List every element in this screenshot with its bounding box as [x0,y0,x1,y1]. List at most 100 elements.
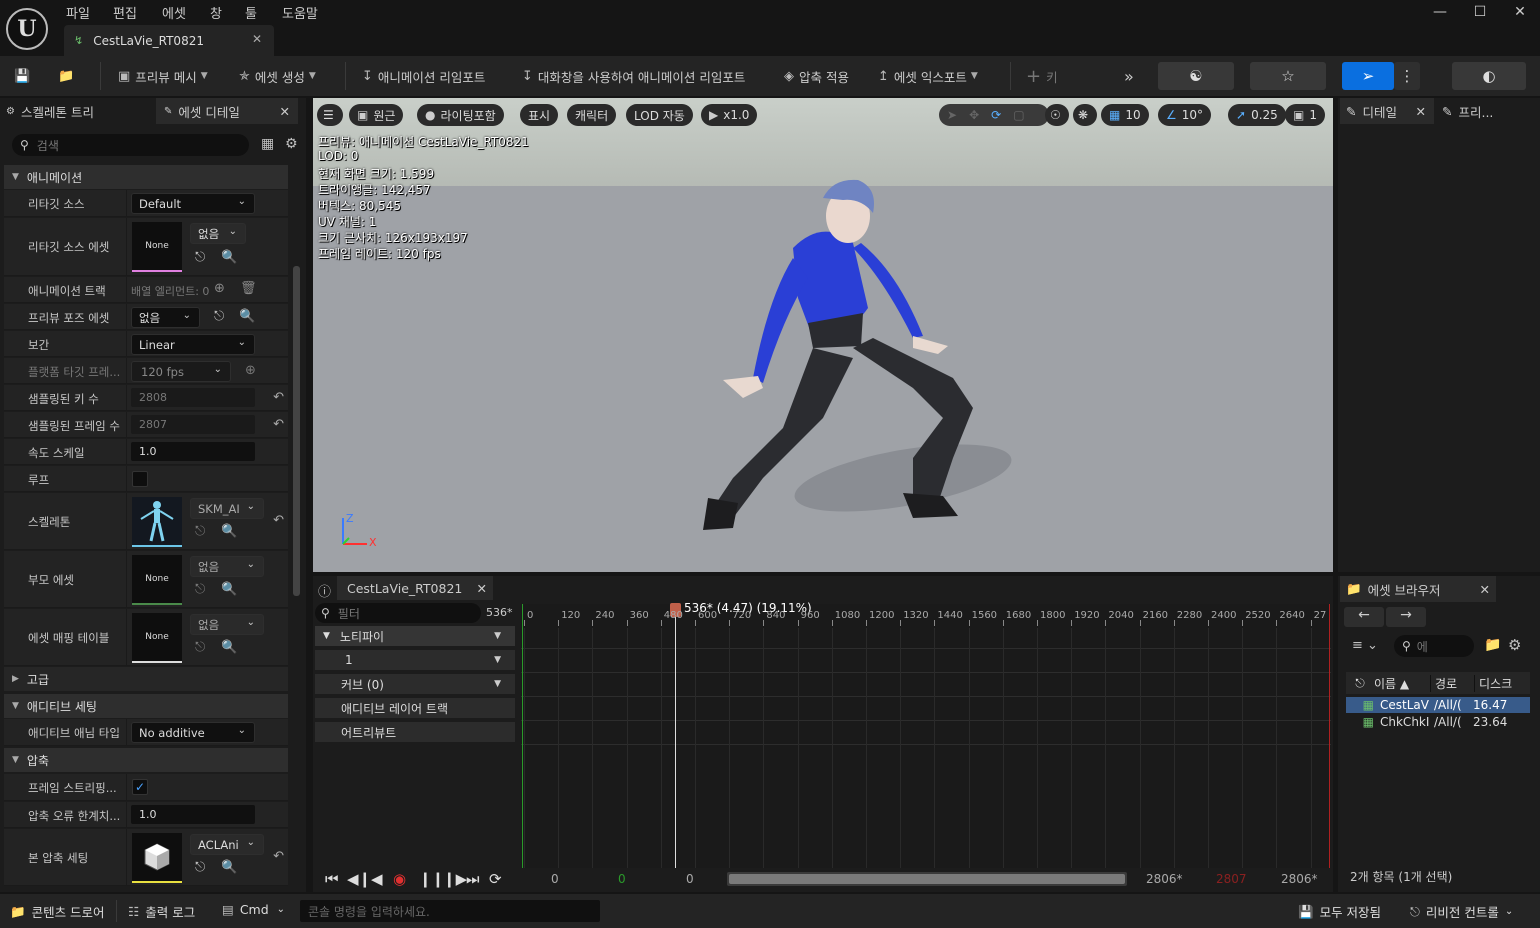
output-log-button[interactable]: ☷ 출력 로그 [128,902,195,921]
browse-asset-icon[interactable]: 🔍 [221,860,237,875]
mode-options-icon[interactable]: ⋮ [1394,62,1420,90]
retarget-source-combo[interactable]: Default ⌄ [131,193,255,214]
search-input[interactable]: ⚲ 검색 [12,134,249,156]
select-tool-icon[interactable]: ➤ [947,108,957,122]
close-tab-icon[interactable]: ✕ [1416,104,1426,119]
scale-snap-button[interactable]: ➚ 0.25 [1228,104,1286,126]
current-frame-field[interactable]: 536* [486,606,513,619]
menu-edit[interactable]: 편집 [113,3,137,22]
create-asset-button[interactable]: ✯ 에셋 생성 ▼ [239,65,316,87]
view-end-field[interactable]: 2806* [1146,872,1183,886]
export-asset-button[interactable]: ↥ 에셋 익스포트 ▼ [878,65,978,87]
revision-control-button[interactable]: ⎋ 리비전 컨트롤 ⌄ [1410,902,1513,921]
reset-icon[interactable]: ↶ [273,849,284,864]
close-window-icon[interactable]: ✕ [1508,4,1532,22]
reimport-dialog-button[interactable]: ↧ 대화창을 사용하여 애니메이션 리임포트 [522,65,745,87]
grid-snap-button[interactable]: ▦ 10 [1101,104,1149,126]
error-threshold-input[interactable]: 1.0 [131,805,255,824]
column-name[interactable]: 이름 ▲ [1374,675,1430,692]
section-advanced[interactable]: ▶ 고급 [4,667,288,691]
frame-stripping-checkbox[interactable]: ✓ [132,779,148,795]
view-start-field[interactable]: 0 [686,872,694,886]
more-toolbar-icon[interactable]: » [1124,65,1134,87]
step-forward-icon[interactable]: ❙▶ [443,870,467,888]
timeline-scrollbar[interactable] [727,872,1127,886]
platform-target-combo[interactable]: 120 fps ⌄ [131,361,231,382]
browse-asset-icon[interactable]: 🔍 [239,309,255,324]
compression-settings-thumbnail[interactable] [132,833,182,883]
coordinate-space-icon[interactable]: ☉ [1045,104,1069,126]
table-view-icon[interactable]: ▦ [261,136,274,152]
tab-preview-settings[interactable]: ✎ 프리... [1438,98,1538,124]
preview-mesh-button[interactable]: ▣ 프리뷰 메시 ▼ [118,65,208,87]
console-input[interactable]: 콘솔 명령을 입력하세요. [300,900,600,922]
help-icon[interactable]: ⓘ [318,581,331,600]
record-icon[interactable]: ◉ [393,870,406,888]
show-button[interactable]: 표시 [520,104,559,126]
minimize-icon[interactable]: — [1428,4,1452,22]
reset-icon[interactable]: ↶ [273,417,284,432]
range-start-field[interactable]: 0 [551,872,559,886]
section-animation[interactable]: ▼ 애니메이션 [4,165,288,189]
tab-sequence[interactable]: CestLaVie_RT0821 ✕ [337,576,493,600]
viewport-menu-icon[interactable]: ☰ [317,104,343,126]
save-all-button[interactable]: 💾 모두 저장됨 [1298,902,1381,921]
trash-icon[interactable]: 🗑 [240,281,257,296]
apply-compression-button[interactable]: ◈ 압축 적용 [784,65,849,87]
loop-checkbox[interactable] [132,471,148,487]
maximize-icon[interactable]: ☐ [1468,4,1492,22]
parent-asset-combo[interactable]: 없음 ⌄ [190,556,264,577]
filter-dropdown-icon[interactable]: ≡ ⌄ [1352,638,1378,653]
browse-asset-icon[interactable]: 🔍 [221,640,237,655]
lighting-button[interactable]: ● 라이팅포함 [417,104,504,126]
track-additive-layers[interactable]: 애디티브 레이어 트랙 [315,698,515,718]
camera-speed-button[interactable]: ▣ 1 [1285,104,1325,126]
rotate-tool-icon[interactable]: ⟳ [991,108,1001,122]
use-selected-icon[interactable]: ⎋ [195,860,205,875]
loop-icon[interactable]: ⟳ [489,870,502,888]
skip-to-end-icon[interactable]: ⏭ [466,870,480,888]
column-disk[interactable]: 디스크 [1474,674,1518,692]
close-tab-icon[interactable]: ✕ [477,581,487,596]
gear-icon[interactable]: ⚙ [285,136,298,152]
table-row[interactable]: ▦ CestLaV /All/( 16.47 [1346,697,1530,713]
menu-help[interactable]: 도움말 [282,3,318,22]
rate-scale-input[interactable]: 1.0 [131,442,255,461]
cmd-dropdown[interactable]: ▤ Cmd ⌄ [222,902,285,917]
surface-snap-icon[interactable]: ❋ [1073,104,1097,126]
use-selected-icon[interactable]: ⎋ [195,640,205,655]
preview-viewport[interactable]: ☰ ▣ 원근 ● 라이팅포함 표시 캐릭터 LOD 자동 ▶ x1.0 ➤ ✥ ⟳ ▢… [313,98,1333,572]
retarget-asset-combo[interactable]: 없음 ⌄ [190,223,246,244]
close-tab-icon[interactable]: ✕ [280,104,290,119]
move-tool-icon[interactable]: ✥ [969,108,979,122]
browse-button[interactable]: 📁 [58,65,79,87]
browse-asset-icon[interactable]: 🔍 [221,524,237,539]
additive-type-combo[interactable]: No additive ⌄ [131,722,255,743]
timeline-area[interactable] [521,604,1331,868]
track-attributes[interactable]: 어트리뷰트 [315,722,515,742]
tab-asset-browser[interactable]: 📁 에셋 브라우저 ✕ [1340,576,1496,602]
asset-thumbnail[interactable]: None [132,613,182,663]
tab-skeleton-tree[interactable]: ⚙ 스켈레톤 트리 [6,98,154,124]
menu-file[interactable]: 파일 [66,3,90,22]
step-back-icon[interactable]: ◀❙ [347,870,371,888]
forward-arrow-icon[interactable]: → [1386,607,1426,627]
tab-asset-details[interactable]: ✎ 에셋 디테일 ✕ [156,98,298,124]
gear-icon[interactable]: ⚙ [1508,636,1521,654]
close-tab-icon[interactable]: ✕ [1480,582,1490,597]
interpolation-combo[interactable]: Linear ⌄ [131,334,255,355]
reimport-button[interactable]: ↧ 애니메이션 리임포트 [362,65,485,87]
track-notify-1[interactable]: 1 ▼ [315,650,515,670]
use-selected-icon[interactable]: ⎋ [195,524,205,539]
folder-icon[interactable]: 📁 [1484,637,1501,653]
close-tab-icon[interactable]: ✕ [252,32,262,46]
branch-icon[interactable]: ⎋ [1346,676,1374,691]
content-drawer-button[interactable]: 📁 콘텐츠 드로어 [10,902,105,921]
menu-window[interactable]: 창 [210,3,222,22]
browse-asset-icon[interactable]: 🔍 [221,582,237,597]
asset-thumbnail[interactable]: None [132,222,182,272]
unreal-logo-icon[interactable]: U [6,8,48,50]
character-button[interactable]: 캐릭터 [567,104,617,126]
track-curves[interactable]: 커브 (0) ▼ [315,674,515,694]
menu-tools[interactable]: 툴 [245,3,257,22]
